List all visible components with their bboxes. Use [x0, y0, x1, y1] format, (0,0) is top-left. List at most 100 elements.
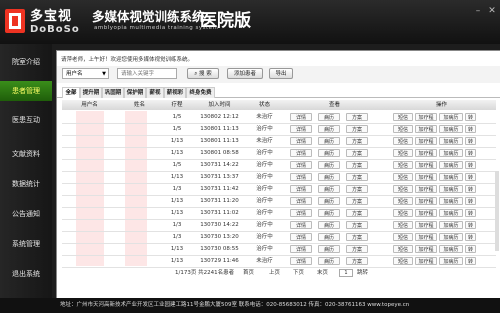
action-button[interactable]: 加疗程	[415, 233, 437, 241]
export-button[interactable]: 导出	[269, 68, 293, 79]
action-button[interactable]: 加病历	[439, 257, 463, 265]
sidebar-item-literature[interactable]: 文献资料	[0, 144, 52, 164]
view-button[interactable]: 详情	[290, 113, 312, 121]
action-button[interactable]: 短信	[393, 173, 413, 181]
view-button[interactable]: 方案	[346, 221, 368, 229]
view-button[interactable]: 病历	[318, 257, 340, 265]
tab-consolidate[interactable]: 巩固期	[102, 87, 124, 98]
view-button[interactable]: 详情	[290, 125, 312, 133]
action-button[interactable]: 转	[465, 125, 476, 133]
action-button[interactable]: 转	[465, 221, 476, 229]
action-button[interactable]: 转	[465, 257, 476, 265]
view-button[interactable]: 病历	[318, 209, 340, 217]
view-button[interactable]: 病历	[318, 125, 340, 133]
next-page-link[interactable]: 下页	[293, 267, 304, 279]
action-button[interactable]: 转	[465, 209, 476, 217]
action-button[interactable]: 短信	[393, 125, 413, 133]
sidebar-item-statistics[interactable]: 数据统计	[0, 174, 52, 194]
action-button[interactable]: 加疗程	[415, 113, 437, 121]
action-button[interactable]: 加病历	[439, 233, 463, 241]
view-button[interactable]: 详情	[290, 245, 312, 253]
action-button[interactable]: 加病历	[439, 173, 463, 181]
action-button[interactable]: 短信	[393, 233, 413, 241]
view-button[interactable]: 方案	[346, 209, 368, 217]
action-button[interactable]: 加疗程	[415, 221, 437, 229]
action-button[interactable]: 加疗程	[415, 257, 437, 265]
action-button[interactable]: 短信	[393, 245, 413, 253]
view-button[interactable]: 方案	[346, 173, 368, 181]
action-button[interactable]: 转	[465, 149, 476, 157]
sidebar-item-system[interactable]: 系统管理	[0, 234, 52, 254]
action-button[interactable]: 短信	[393, 209, 413, 217]
tab-protect[interactable]: 保护期	[124, 87, 146, 98]
minimize-icon[interactable]: –	[472, 6, 484, 17]
action-button[interactable]: 短信	[393, 197, 413, 205]
action-button[interactable]: 加疗程	[415, 245, 437, 253]
view-button[interactable]: 方案	[346, 197, 368, 205]
col-header-join-time[interactable]: 加入时间	[192, 100, 248, 110]
search-input[interactable]	[117, 68, 177, 79]
action-button[interactable]: 转	[465, 197, 476, 205]
action-button[interactable]: 转	[465, 137, 476, 145]
action-button[interactable]: 转	[465, 113, 476, 121]
page-number-input[interactable]: 1	[339, 269, 353, 277]
action-button[interactable]: 转	[465, 233, 476, 241]
add-patient-button[interactable]: 添加患者	[227, 68, 263, 79]
view-button[interactable]: 方案	[346, 257, 368, 265]
tab-improve[interactable]: 提升期	[80, 87, 102, 98]
action-button[interactable]: 加疗程	[415, 137, 437, 145]
view-button[interactable]: 详情	[290, 197, 312, 205]
action-button[interactable]: 短信	[393, 257, 413, 265]
col-header-username[interactable]: 用户名	[62, 100, 118, 110]
action-button[interactable]: 短信	[393, 137, 413, 145]
col-header-name[interactable]: 姓名	[117, 100, 163, 110]
view-button[interactable]: 详情	[290, 221, 312, 229]
action-button[interactable]: 短信	[393, 113, 413, 121]
view-button[interactable]: 方案	[346, 233, 368, 241]
last-page-link[interactable]: 末页	[317, 267, 328, 279]
action-button[interactable]: 短信	[393, 221, 413, 229]
action-button[interactable]: 加病历	[439, 149, 463, 157]
action-button[interactable]: 加病历	[439, 161, 463, 169]
view-button[interactable]: 方案	[346, 149, 368, 157]
filter-select[interactable]: 用户名 ▼	[62, 68, 109, 79]
view-button[interactable]: 方案	[346, 113, 368, 121]
sidebar-item-notices[interactable]: 公告通知	[0, 204, 52, 224]
jump-button[interactable]: 跳转	[357, 267, 368, 279]
col-header-status[interactable]: 状态	[247, 100, 283, 110]
sidebar-item-interaction[interactable]: 医患互动	[0, 110, 52, 130]
view-button[interactable]: 详情	[290, 137, 312, 145]
action-button[interactable]: 转	[465, 185, 476, 193]
scrollbar[interactable]	[495, 171, 499, 251]
action-button[interactable]: 加疗程	[415, 197, 437, 205]
view-button[interactable]: 方案	[346, 245, 368, 253]
view-button[interactable]: 方案	[346, 137, 368, 145]
action-button[interactable]: 加疗程	[415, 149, 437, 157]
prev-page-link[interactable]: 上页	[269, 267, 280, 279]
action-button[interactable]: 短信	[393, 185, 413, 193]
action-button[interactable]: 加病历	[439, 125, 463, 133]
action-button[interactable]: 短信	[393, 161, 413, 169]
view-button[interactable]: 详情	[290, 173, 312, 181]
action-button[interactable]: 加疗程	[415, 125, 437, 133]
action-button[interactable]: 加病历	[439, 245, 463, 253]
close-icon[interactable]: ✕	[486, 6, 498, 17]
view-button[interactable]: 详情	[290, 257, 312, 265]
view-button[interactable]: 病历	[318, 197, 340, 205]
action-button[interactable]: 加病历	[439, 197, 463, 205]
tab-all[interactable]: 全部	[62, 87, 80, 98]
tab-lifetime-free[interactable]: 终身免费	[186, 87, 215, 98]
action-button[interactable]: 转	[465, 245, 476, 253]
view-button[interactable]: 详情	[290, 185, 312, 193]
sidebar-item-logout[interactable]: 退出系统	[0, 264, 52, 284]
view-button[interactable]: 病历	[318, 173, 340, 181]
action-button[interactable]: 加疗程	[415, 173, 437, 181]
view-button[interactable]: 方案	[346, 125, 368, 133]
action-button[interactable]: 加病历	[439, 137, 463, 145]
tab-xinshicai[interactable]: 薪视彩	[164, 87, 186, 98]
search-button[interactable]: ⌕ 搜 索	[187, 68, 219, 79]
action-button[interactable]: 加病历	[439, 209, 463, 217]
view-button[interactable]: 病历	[318, 161, 340, 169]
action-button[interactable]: 加疗程	[415, 209, 437, 217]
view-button[interactable]: 病历	[318, 149, 340, 157]
